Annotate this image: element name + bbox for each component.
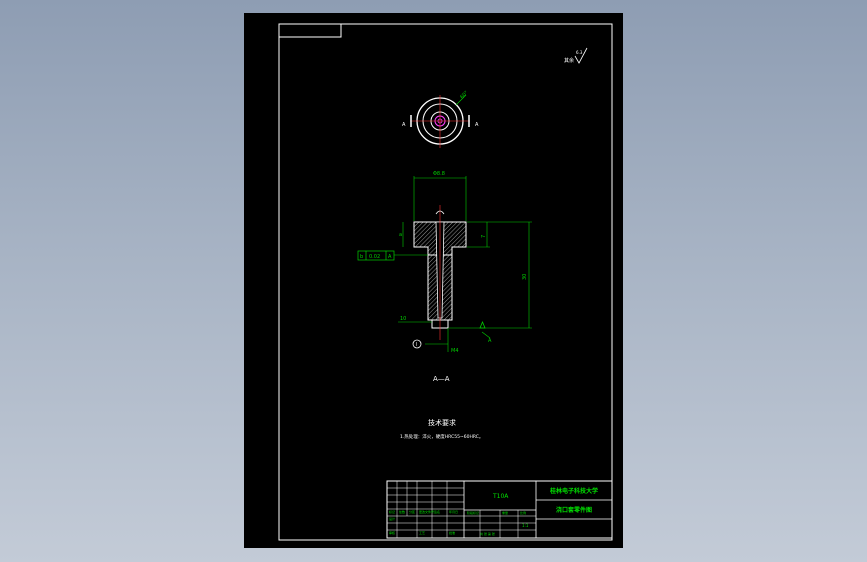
- roughness-value: 6.3: [576, 50, 583, 55]
- surface-symbol-label: 其余: [564, 57, 574, 64]
- tb-row-label-5: 签名: [434, 509, 440, 514]
- tb-material: T10A: [492, 493, 509, 500]
- tb-row-label-2: 处数: [399, 509, 405, 514]
- tb-weight-label: 重量: [502, 510, 508, 515]
- datum-label: A: [488, 338, 492, 344]
- depth-dimension: 30: [522, 274, 528, 280]
- tb-row-label-3: 分区: [409, 509, 415, 514]
- tb-row-label-1: 标记: [389, 509, 395, 514]
- head-dimension: 7: [481, 235, 487, 238]
- tolerance-symbol: b: [360, 254, 363, 260]
- tb-role-process: 工艺: [419, 530, 425, 535]
- detail-balloon-label: I: [416, 342, 417, 348]
- bottom-dimension: M4: [451, 348, 459, 354]
- tb-scale-value: 1:1: [522, 523, 529, 528]
- section-title: A—A: [433, 375, 450, 383]
- tb-school: 桂林电子科技大学: [549, 487, 598, 495]
- tb-part-name: 浇口套零件图: [556, 506, 592, 514]
- notes-text: 1.热处理：淬火，硬度HRC55~60HRC。: [400, 433, 483, 440]
- bottom-left-dimension-text: 10: [400, 316, 406, 322]
- drawing-canvas: 其余 6.3 A A 60° Φ8.8 30 7 a b 0.02 A A 10…: [244, 13, 623, 548]
- tolerance-value: 0.02: [369, 254, 380, 260]
- tb-stage-label: 阶段标记: [467, 510, 479, 515]
- tb-role-design: 设计: [389, 516, 395, 521]
- tb-role-review: 审核: [389, 530, 395, 535]
- left-tolerance-label: a: [399, 232, 402, 238]
- section-marker-left: A: [402, 122, 406, 128]
- tb-sheet-count: 共 张 第 张: [480, 531, 495, 536]
- tb-scale-label: 比例: [520, 510, 526, 515]
- diameter-dimension: Φ8.8: [433, 171, 445, 177]
- tb-row-label-6: 年月日: [449, 509, 458, 514]
- tb-role-approve: 批准: [449, 530, 455, 535]
- tb-row-label-4: 更改文件号: [419, 509, 434, 514]
- section-marker-right: A: [475, 122, 479, 128]
- notes-heading: 技术要求: [428, 418, 456, 427]
- tolerance-datum-ref: A: [388, 254, 392, 260]
